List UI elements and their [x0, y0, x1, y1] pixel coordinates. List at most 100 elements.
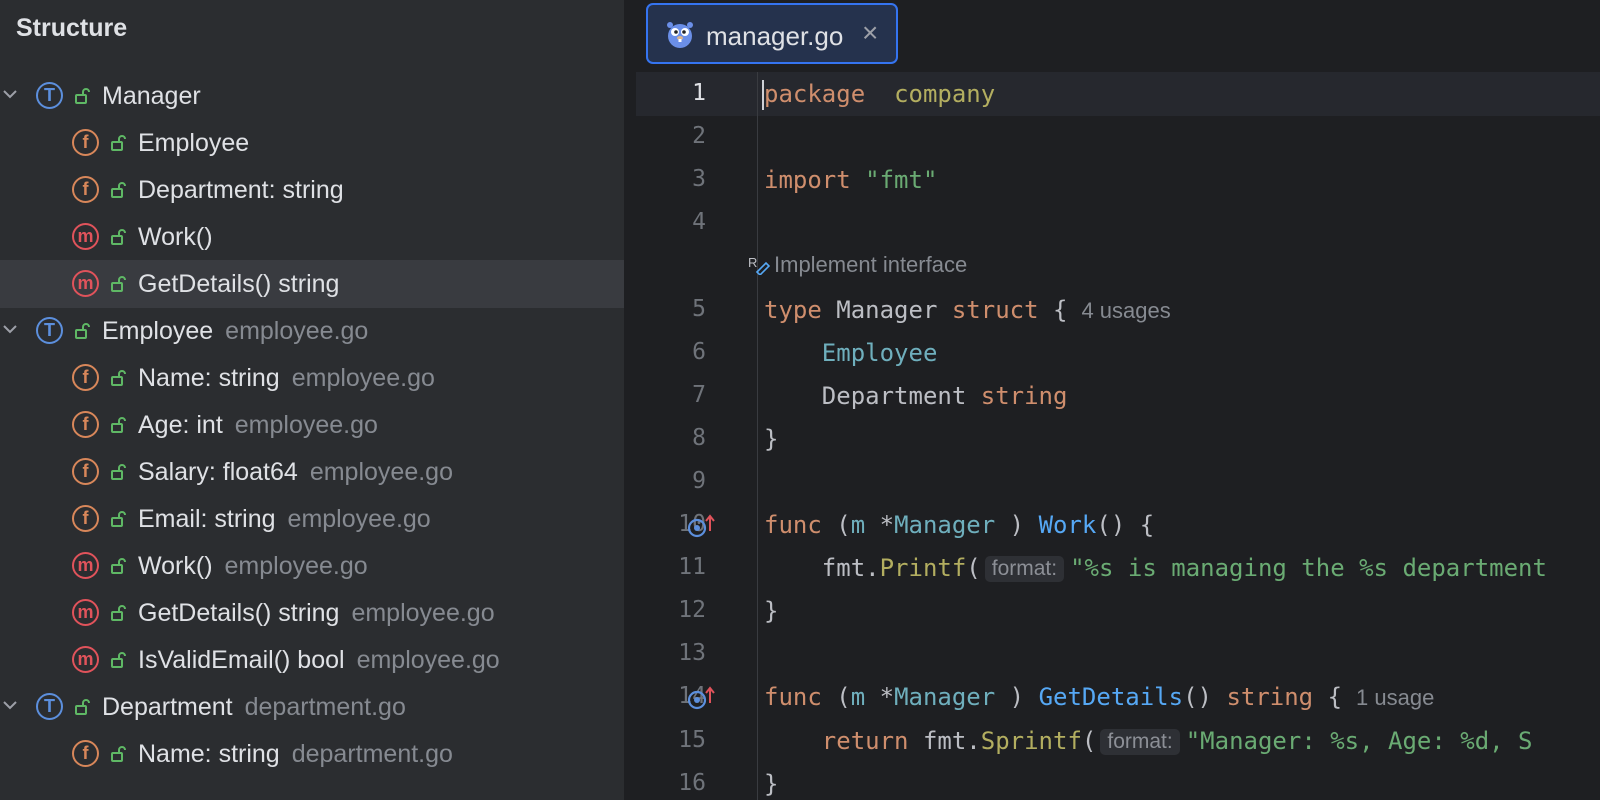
code-token: fmt. [908, 726, 981, 755]
tree-item[interactable]: f Salary: float64 employee.go [0, 448, 624, 496]
tree-item-label: Department: string [138, 176, 344, 205]
code-token: ( [1081, 726, 1097, 755]
public-lock-icon [75, 699, 90, 715]
tree-item[interactable]: m GetDetails() string employee.go [0, 589, 624, 637]
line-number: 7 [692, 381, 706, 408]
tree-item-name: Work() [138, 223, 213, 251]
tree-item-label: IsValidEmail() bool employee.go [138, 646, 500, 675]
code-token: "%s is managing the %s department [1070, 554, 1547, 583]
code-token: return [821, 726, 909, 755]
public-lock-icon [111, 605, 126, 621]
type-icon: T [36, 317, 63, 344]
structure-panel: Structure T Manager f Employee f Department: … [0, 0, 624, 800]
code-token: * [865, 511, 895, 539]
code-token: ) [995, 511, 1039, 539]
tree-item-label: Salary: float64 employee.go [138, 458, 453, 487]
code-token: () { [1096, 511, 1155, 539]
line-number: 1 [692, 80, 706, 106]
tree-item[interactable]: f Name: string department.go [0, 730, 624, 778]
code-token: string [980, 381, 1068, 410]
code-text: package company [764, 80, 995, 108]
field-icon: f [72, 129, 99, 156]
tree-item-label: Name: string employee.go [138, 364, 435, 393]
tab-label: manager.go [706, 21, 844, 51]
code-token: type [764, 295, 822, 324]
tree-item-name: GetDetails() string [138, 599, 340, 627]
tree-item-name: Work() [138, 552, 213, 580]
code-text: func (m *Manager ) GetDetails() string {… [764, 683, 1434, 711]
public-lock-icon [111, 135, 126, 151]
field-icon: f [72, 505, 99, 532]
method-icon: m [72, 223, 99, 250]
tree-item[interactable]: T Department department.go [0, 683, 624, 731]
public-lock-icon [111, 370, 126, 386]
tree-item-label: Manager [102, 82, 201, 111]
code-line: 2 [636, 115, 1600, 159]
tree-item[interactable]: T Manager [0, 72, 624, 120]
tree-item[interactable]: T Employee employee.go [0, 307, 624, 355]
implement-interface-icon: R [748, 255, 770, 276]
code-token: "Manager: %s, Age: %d, S [1185, 726, 1533, 755]
panel-title: Structure [16, 14, 128, 42]
tree-item[interactable]: f Email: string employee.go [0, 495, 624, 543]
tree-item-file: employee.go [309, 458, 453, 486]
line-number: 12 [678, 597, 706, 624]
code-token: Manager [821, 295, 952, 324]
chevron-down-icon[interactable] [0, 317, 22, 341]
implements-up-icon[interactable] [686, 685, 720, 713]
panel-splitter[interactable] [624, 0, 636, 800]
tree-item-name: GetDetails() string [138, 270, 340, 298]
tree-item-file: employee.go [351, 599, 495, 627]
tree-item-name: Department [102, 693, 233, 721]
chevron-down-icon[interactable] [0, 82, 22, 106]
method-icon: m [72, 552, 99, 579]
code-line: 11 fmt.Printf(format: "%s is managing the… [636, 546, 1600, 590]
code-line: 8} [636, 417, 1600, 461]
usages-hint[interactable]: 1 usage [1356, 685, 1434, 710]
svg-text:R: R [748, 255, 757, 270]
tree-item[interactable]: m GetDetails() string [0, 260, 624, 308]
code-text: Department string [764, 381, 1068, 410]
code-line: 9 [636, 460, 1600, 504]
parameter-hint: format: [1100, 728, 1180, 755]
lens-label: Implement interface [774, 252, 968, 278]
code-line: 15 return fmt.Sprintf(format: "Manager: %… [636, 719, 1600, 763]
tree-item[interactable]: m Work() employee.go [0, 542, 624, 590]
code-token: } [764, 424, 779, 453]
implements-up-icon[interactable] [686, 513, 720, 541]
tree-item[interactable]: f Employee [0, 119, 624, 167]
tree-item-name: Department: string [138, 176, 344, 204]
editor-tab-manager-go[interactable]: manager.go × [646, 3, 898, 64]
tab-close-icon[interactable]: × [862, 18, 878, 48]
method-icon: m [72, 270, 99, 297]
usages-hint[interactable]: 4 usages [1081, 298, 1170, 323]
tree-item-label: Employee [138, 129, 249, 158]
code-token: Department [764, 381, 981, 410]
code-text: } [764, 597, 778, 625]
tree-item[interactable]: m IsValidEmail() bool employee.go [0, 636, 624, 684]
public-lock-icon [111, 417, 126, 433]
tree-item[interactable]: m Work() [0, 213, 624, 261]
tree-item[interactable]: f Department: string [0, 166, 624, 214]
code-editor[interactable]: 1 package company 2 3 import "fmt" 4 R Implemen… [636, 72, 1600, 800]
implement-interface-lens[interactable]: R Implement interface [748, 252, 967, 278]
code-text: } [764, 770, 778, 798]
tree-item-file: employee.go [291, 364, 435, 392]
tree-item-file: employee.go [287, 505, 431, 533]
code-token: { [1313, 683, 1343, 712]
chevron-down-icon[interactable] [0, 693, 22, 717]
code-token: ( [966, 554, 981, 583]
line-number: 16 [678, 769, 706, 796]
code-token: ) [995, 683, 1039, 712]
tree-item-name: Employee [138, 129, 250, 157]
field-icon: f [72, 411, 99, 438]
line-number: 11 [678, 554, 706, 581]
tree-item[interactable]: f Name: string employee.go [0, 354, 624, 402]
tree-item[interactable]: f Age: int employee.go [0, 401, 624, 449]
field-icon: f [72, 740, 99, 767]
code-token: Manager [894, 511, 996, 539]
line-number: 13 [678, 640, 706, 667]
